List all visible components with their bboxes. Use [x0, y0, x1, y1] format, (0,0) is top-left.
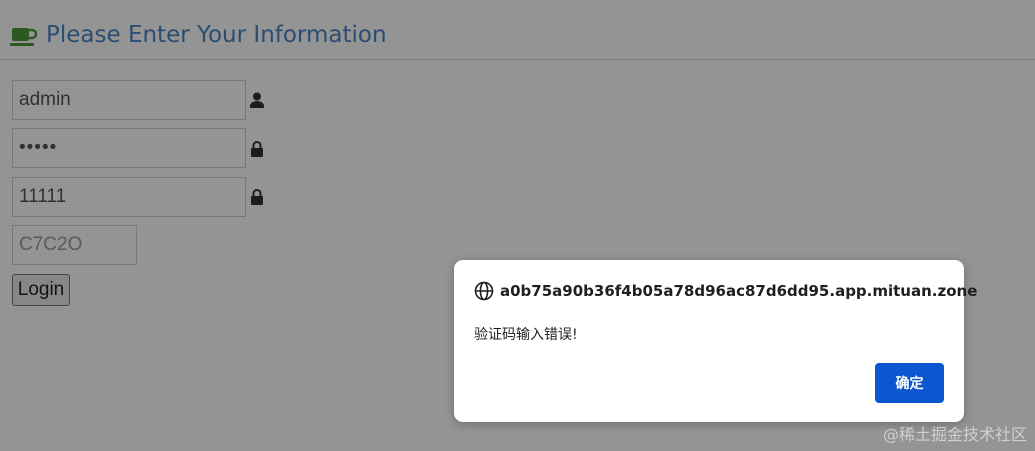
dialog-message: 验证码输入错误! [474, 327, 578, 343]
globe-icon [474, 281, 494, 301]
dialog-origin: a0b75a90b36f4b05a78d96ac87d6dd95.app.mit… [500, 282, 978, 300]
alert-dialog: a0b75a90b36f4b05a78d96ac87d6dd95.app.mit… [454, 260, 977, 422]
ok-button[interactable]: 确定 [875, 363, 944, 403]
watermark: @稀土掘金技术社区 [882, 425, 1027, 444]
